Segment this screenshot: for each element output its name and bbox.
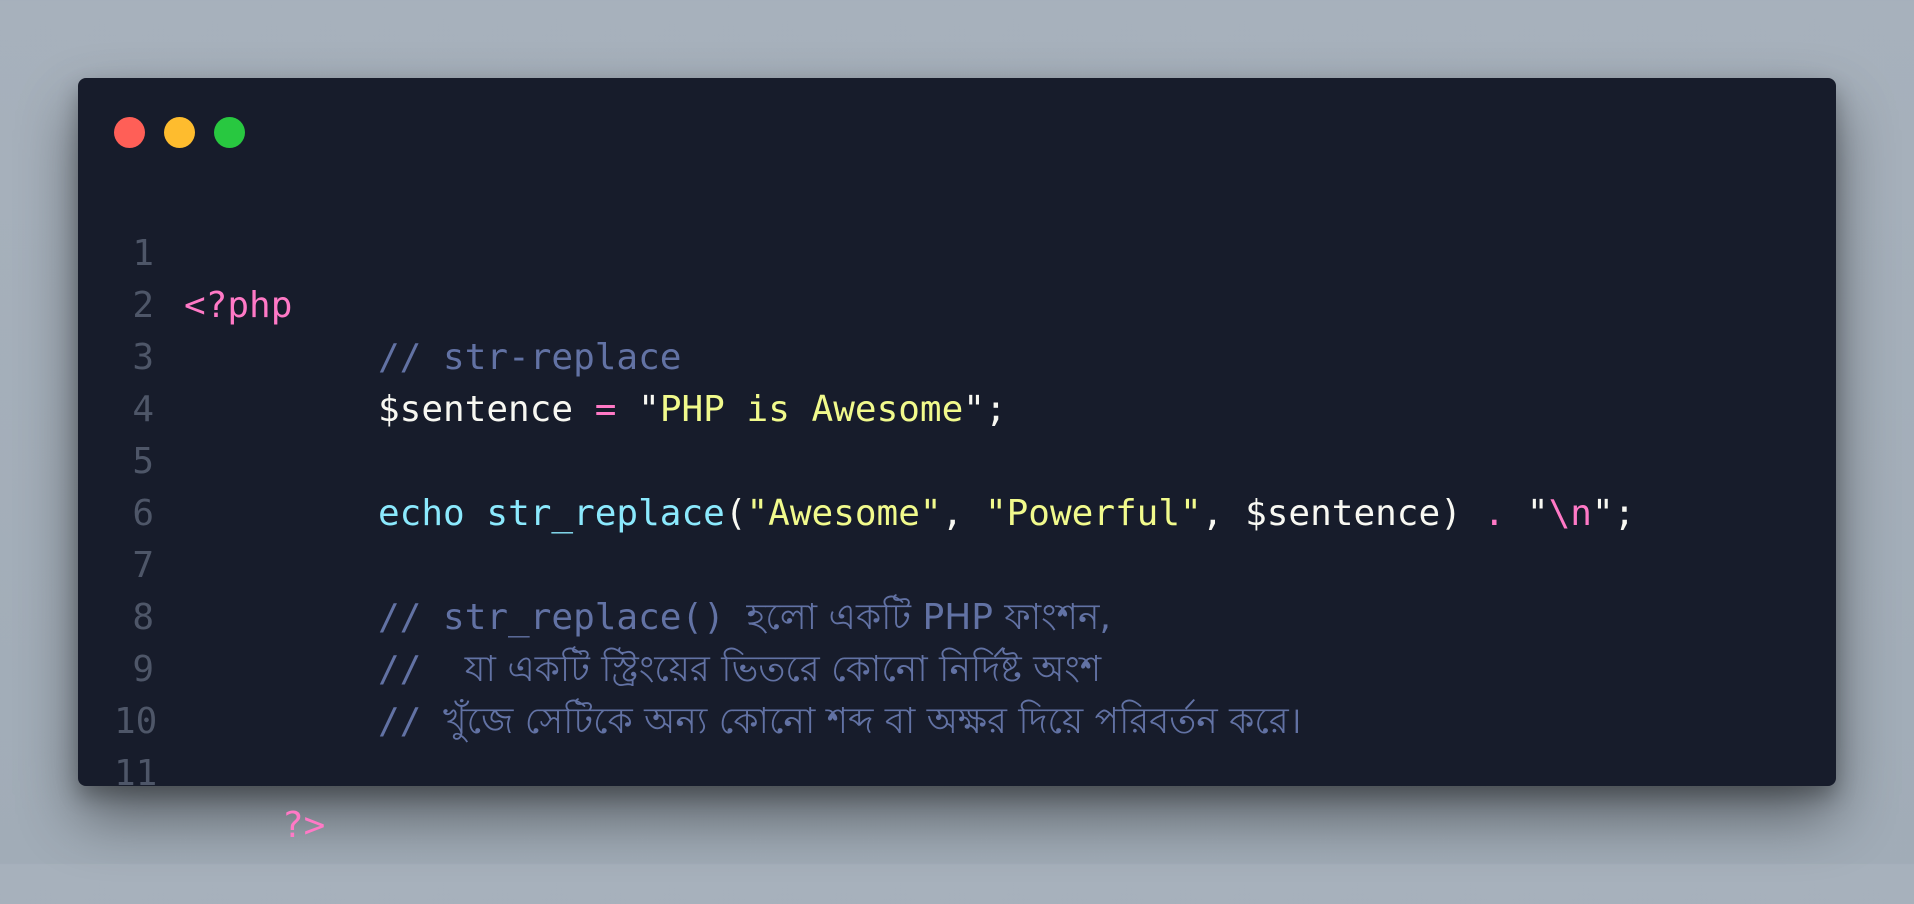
- code-line: 9 // খুঁজে সেটিকে অন্য কোনো শব্দ বা অক্ষ…: [78, 592, 1836, 742]
- code-line: 6: [78, 436, 1836, 534]
- line-content: ?>: [282, 800, 325, 852]
- code-line: 3 $sentence = "PHP is Awesome";: [78, 280, 1836, 430]
- code-line: 10: [78, 644, 1836, 742]
- code-line: 8 // যা একটি স্ট্রিংয়ের ভিতরে কোনো নির্…: [78, 540, 1836, 690]
- close-dot-icon[interactable]: [114, 117, 145, 148]
- code-block: 1 <?php 2 // str-replace 3 $sentence = "…: [78, 176, 1836, 846]
- window-controls: [114, 117, 245, 148]
- code-line: 1 <?php: [78, 176, 1836, 326]
- code-window: 1 <?php 2 // str-replace 3 $sentence = "…: [78, 78, 1836, 846]
- php-close-tag: ?>: [282, 805, 326, 846]
- code-line: 4: [78, 332, 1836, 430]
- code-line: 2 // str-replace: [78, 228, 1836, 378]
- code-line: 11 ?>: [78, 696, 1836, 846]
- code-line: 7 // str_replace() হলো একটি PHP ফাংশন,: [78, 488, 1836, 638]
- minimize-dot-icon[interactable]: [164, 117, 195, 148]
- line-number: 11: [114, 753, 158, 794]
- code-line: 5 echo str_replace("Awesome", "Powerful"…: [78, 384, 1836, 534]
- maximize-dot-icon[interactable]: [214, 117, 245, 148]
